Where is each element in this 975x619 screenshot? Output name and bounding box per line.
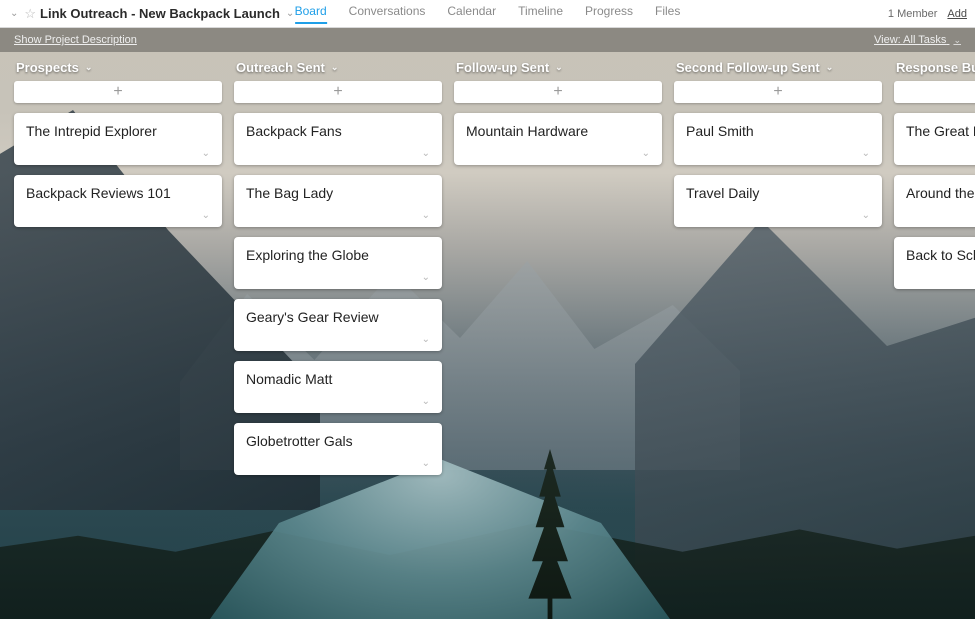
card-title: The Bag Lady	[246, 185, 430, 201]
chevron-down-icon[interactable]: ⌄	[422, 272, 430, 283]
column-title: Follow-up Sent	[456, 60, 549, 75]
chevron-down-icon[interactable]: ⌄	[422, 396, 430, 407]
tab-files[interactable]: Files	[655, 4, 680, 24]
column-header[interactable]: Follow-up Sent ⌄	[454, 58, 662, 81]
card-title: Paul Smith	[686, 123, 870, 139]
view-label: View: All Tasks	[874, 34, 946, 46]
chevron-down-icon: ⌄	[953, 35, 961, 45]
tab-calendar[interactable]: Calendar	[447, 4, 496, 24]
column: Second Follow-up Sent⌄+Paul Smith⌄Travel…	[674, 58, 882, 619]
chevron-down-icon: ⌄	[331, 62, 339, 73]
card[interactable]: Backpack Reviews 101 ⌄	[14, 175, 222, 227]
add-card-button[interactable]: +	[674, 81, 882, 103]
subheader: Show Project Description View: All Tasks…	[0, 28, 975, 52]
card[interactable]: Nomadic Matt ⌄	[234, 361, 442, 413]
favorite-star-icon[interactable]: ☆	[24, 6, 36, 22]
column-header[interactable]: Outreach Sent ⌄	[234, 58, 442, 81]
column-header[interactable]: Response But⌄	[894, 58, 975, 81]
card[interactable]: Exploring the Globe ⌄	[234, 237, 442, 289]
card[interactable]: The Great Es⌄	[894, 113, 975, 165]
chevron-down-icon: ⌄	[826, 62, 834, 73]
card-title: Globetrotter Gals	[246, 433, 430, 449]
card[interactable]: Backpack Fans ⌄	[234, 113, 442, 165]
board: Prospects⌄+The Intrepid Explorer⌄Backpac…	[0, 52, 975, 619]
column-title: Response But	[896, 60, 975, 75]
column-title: Second Follow-up Sent	[676, 60, 820, 75]
chevron-down-icon[interactable]: ⌄	[422, 458, 430, 469]
add-member-link[interactable]: Add	[947, 8, 967, 20]
card[interactable]: Back to Scho⌄	[894, 237, 975, 289]
chevron-down-icon[interactable]: ⌄	[202, 148, 210, 159]
card[interactable]: Around the W⌄	[894, 175, 975, 227]
topbar: ⌄ ☆ Link Outreach - New Backpack Launch …	[0, 0, 975, 28]
card-title: Travel Daily	[686, 185, 870, 201]
project-title[interactable]: Link Outreach - New Backpack Launch	[40, 6, 280, 21]
card-title: Geary's Gear Review	[246, 309, 430, 325]
column: Follow-up Sent ⌄ + Mountain Hardware ⌄	[454, 58, 662, 619]
chevron-down-icon[interactable]: ⌄	[422, 334, 430, 345]
add-card-button[interactable]: +	[14, 81, 222, 103]
column: Prospects⌄+The Intrepid Explorer⌄Backpac…	[14, 58, 222, 619]
card-title: The Great Es	[906, 123, 975, 139]
tab-board[interactable]: Board	[295, 4, 327, 24]
chevron-down-icon[interactable]: ⌄	[422, 210, 430, 221]
column-title: Prospects	[16, 60, 79, 75]
chevron-down-icon[interactable]: ⌄	[422, 148, 430, 159]
nav-tabs: Board Conversations Calendar Timeline Progre…	[295, 4, 681, 24]
column: Outreach Sent⌄+Backpack Fans⌄The Bag Lad…	[234, 58, 442, 619]
chevron-down-icon[interactable]: ⌄	[862, 148, 870, 159]
column-title: Outreach Sent	[236, 60, 325, 75]
tab-progress[interactable]: Progress	[585, 4, 633, 24]
card-title: Back to Scho	[906, 247, 975, 263]
chevron-down-icon[interactable]: ⌄	[862, 210, 870, 221]
card[interactable]: Geary's Gear Review ⌄	[234, 299, 442, 351]
view-selector[interactable]: View: All Tasks ⌄	[874, 34, 961, 46]
add-card-button[interactable]: +	[454, 81, 662, 103]
show-description-link[interactable]: Show Project Description	[14, 34, 137, 46]
chevron-down-icon: ⌄	[555, 62, 563, 73]
card-title: Exploring the Globe	[246, 247, 430, 263]
card-title: Around the W	[906, 185, 975, 201]
card-title: Mountain Hardware	[466, 123, 650, 139]
column-header[interactable]: Prospects ⌄	[14, 58, 222, 81]
column: Response But⌄+ The Great Es⌄ Around the W⌄…	[894, 58, 975, 619]
add-card-button[interactable]: +	[894, 81, 975, 103]
chevron-down-icon: ⌄	[85, 62, 93, 73]
members-count[interactable]: 1 Member	[888, 8, 938, 20]
column-header[interactable]: Second Follow-up Sent ⌄	[674, 58, 882, 81]
card[interactable]: The Intrepid Explorer ⌄	[14, 113, 222, 165]
tab-timeline[interactable]: Timeline	[518, 4, 563, 24]
card-title: The Intrepid Explorer	[26, 123, 210, 139]
card-title: Nomadic Matt	[246, 371, 430, 387]
tab-conversations[interactable]: Conversations	[349, 4, 426, 24]
card[interactable]: Travel Daily ⌄	[674, 175, 882, 227]
card[interactable]: Paul Smith ⌄	[674, 113, 882, 165]
card[interactable]: Mountain Hardware ⌄	[454, 113, 662, 165]
sidebar-toggle-icon[interactable]: ⌄	[8, 8, 20, 19]
card-title: Backpack Reviews 101	[26, 185, 210, 201]
card[interactable]: The Bag Lady ⌄	[234, 175, 442, 227]
add-card-button[interactable]: +	[234, 81, 442, 103]
chevron-down-icon[interactable]: ⌄	[202, 210, 210, 221]
card-title: Backpack Fans	[246, 123, 430, 139]
chevron-down-icon[interactable]: ⌄	[642, 148, 650, 159]
card[interactable]: Globetrotter Gals ⌄	[234, 423, 442, 475]
